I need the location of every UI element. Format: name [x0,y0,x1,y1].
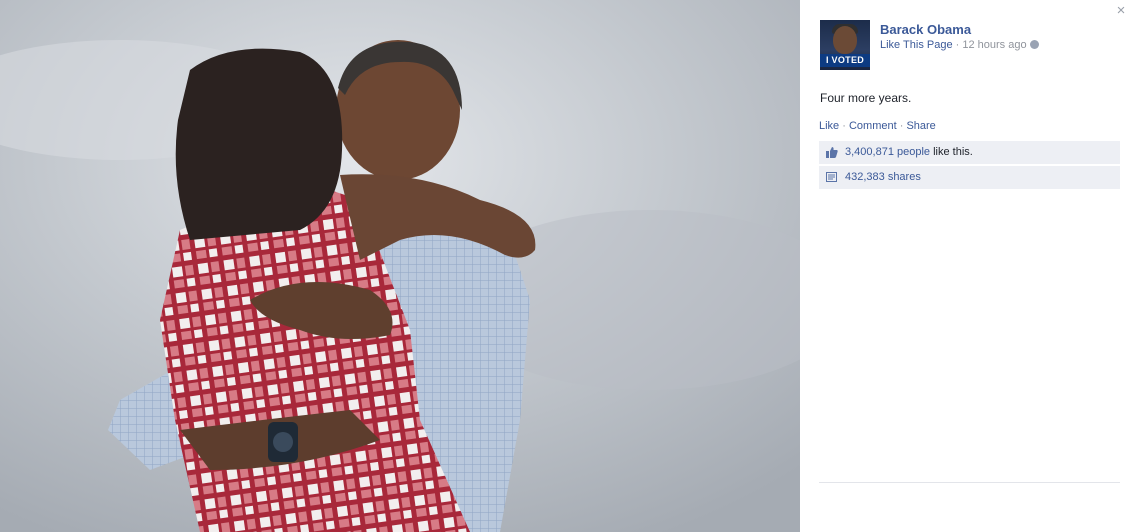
photo[interactable] [0,0,800,532]
meta-separator: · [952,39,963,51]
post-text: Four more years. [820,91,912,105]
shares-summary: 432,383 shares [819,166,1120,189]
likes-suffix: like this. [930,146,973,158]
avatar-badge: I VOTED [820,54,870,67]
photo-viewer: × I VOTED Barack Obama Like This Page · … [0,0,1135,532]
comment-link[interactable]: Comment [849,120,897,132]
action-separator: · [896,120,907,132]
photo-image [0,0,800,532]
comment-divider [819,482,1120,483]
thumbs-up-icon [826,147,838,158]
likes-summary: 3,400,871 people like this. [819,141,1120,164]
action-separator: · [839,120,849,132]
post-meta: Like This Page · 12 hours ago [880,39,1039,51]
share-icon [826,172,837,182]
page-avatar[interactable]: I VOTED [820,20,870,70]
avatar-face [833,26,857,54]
like-page-link[interactable]: Like This Page [880,39,953,51]
share-link[interactable]: Share [906,120,935,132]
post-timestamp[interactable]: 12 hours ago [962,39,1026,51]
globe-icon [1029,40,1039,49]
likes-count-link[interactable]: 3,400,871 people [845,146,930,158]
close-icon[interactable]: × [1113,3,1129,19]
post-actions: Like · Comment · Share [819,120,936,132]
shares-count-link[interactable]: 432,383 shares [845,166,921,189]
page-name-link[interactable]: Barack Obama [880,22,971,37]
like-link[interactable]: Like [819,120,839,132]
post-side-panel: × I VOTED Barack Obama Like This Page · … [800,0,1135,532]
